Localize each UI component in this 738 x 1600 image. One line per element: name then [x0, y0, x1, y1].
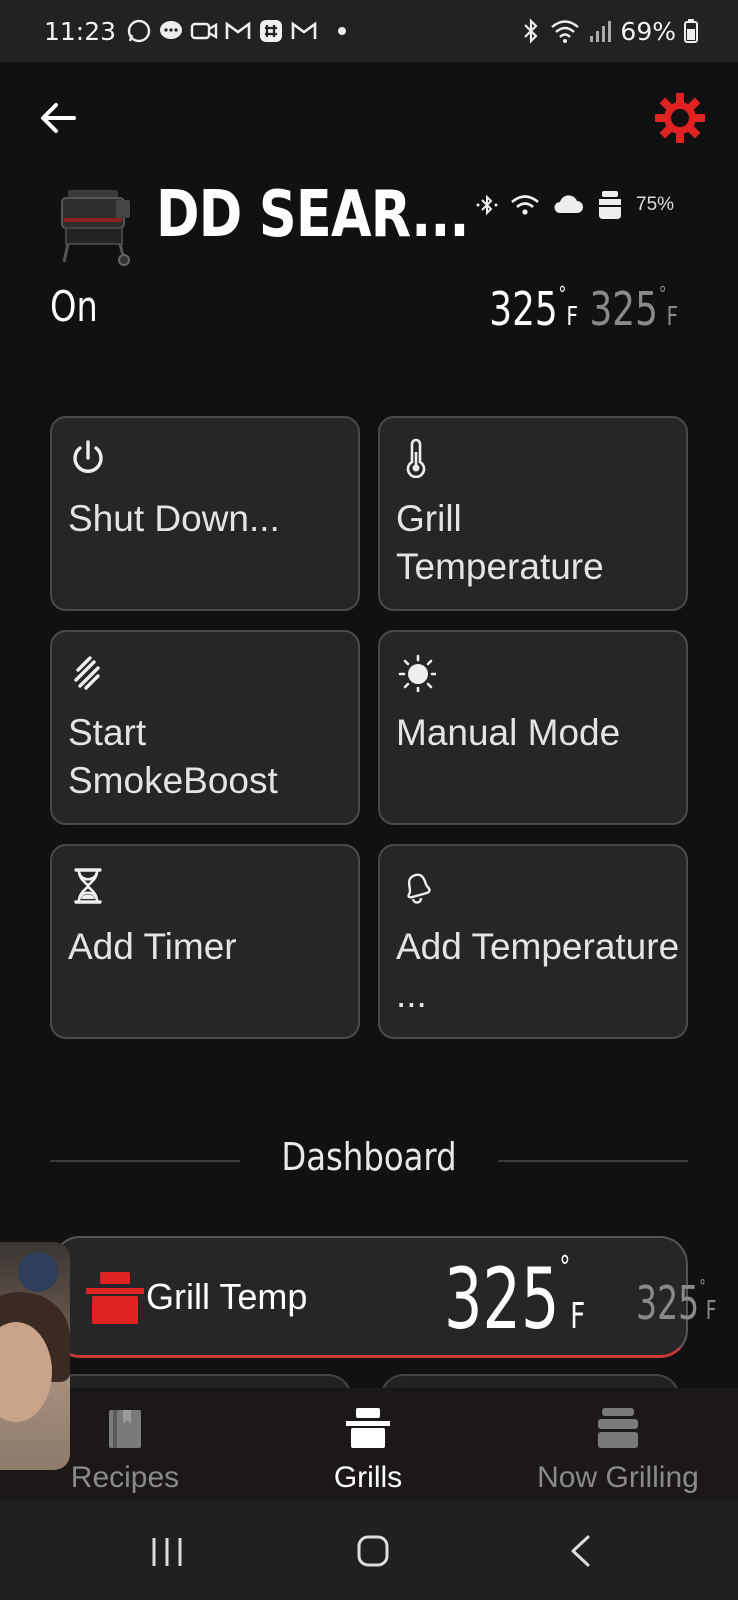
divider-right	[498, 1160, 688, 1162]
power-icon	[73, 440, 103, 473]
smoke-icon	[74, 656, 100, 690]
status-time: 11:23	[44, 16, 117, 46]
nav-grills-label: Grills	[333, 1461, 403, 1494]
grill-temp-label: Grill Temp	[146, 1276, 308, 1317]
battery-icon	[684, 19, 698, 43]
bell-icon	[407, 873, 431, 904]
current-temp: 325°F	[489, 282, 578, 336]
grill-name: DD SEAR...	[156, 178, 469, 252]
sun-icon	[398, 654, 438, 694]
more-notifications-dot	[338, 27, 347, 35]
pellet-hopper-icon	[599, 191, 621, 219]
chat-icon	[160, 21, 183, 39]
grill-state: On	[50, 282, 98, 331]
nav-now-grilling-label: Now Grilling	[537, 1461, 699, 1494]
wifi-icon	[551, 20, 580, 43]
connection-status: 75%	[476, 190, 674, 220]
grill-nav-icon	[346, 1408, 390, 1448]
grill-image	[61, 190, 130, 266]
dashboard-title: Dashboard	[281, 1135, 457, 1179]
notification-icons	[126, 18, 347, 44]
nav-recipes[interactable]: Recipes	[60, 1406, 190, 1495]
gmail-icon-2	[291, 21, 317, 39]
nav-recipes-label: Recipes	[70, 1461, 180, 1494]
wifi-icon	[511, 195, 539, 215]
video-icon	[190, 22, 218, 40]
grill-temperature-button[interactable]: Grill Temperature	[378, 416, 688, 611]
grill-temp-current: 325°F	[444, 1250, 586, 1348]
grill-temperature-label: Grill Temperature	[396, 498, 604, 587]
pellet-level: 75%	[636, 194, 675, 215]
grill-temp-icon	[86, 1272, 144, 1324]
system-back-icon[interactable]	[568, 1534, 592, 1568]
thermometer-icon	[406, 438, 426, 479]
status-bar: 11:23 69%	[0, 0, 738, 62]
bluetooth-icon	[476, 194, 498, 216]
nav-grills[interactable]: Grills	[318, 1406, 418, 1495]
pip-video-overlay[interactable]	[0, 1242, 70, 1470]
start-smokeboost-button[interactable]: Start SmokeBoost	[50, 630, 360, 825]
now-grilling-icon	[598, 1408, 638, 1448]
home-icon[interactable]	[356, 1534, 390, 1568]
settings-gear-icon[interactable]	[654, 92, 706, 144]
hourglass-icon	[74, 868, 102, 904]
shut-down-button[interactable]: Shut Down...	[50, 416, 360, 611]
set-temp: 325°F	[589, 282, 678, 336]
recents-icon[interactable]	[150, 1536, 184, 1568]
manual-mode-button[interactable]: Manual Mode	[378, 630, 688, 825]
grill-temp-set: 325°F	[636, 1276, 717, 1330]
nav-now-grilling[interactable]: Now Grilling	[528, 1406, 708, 1495]
gmail-icon	[225, 21, 251, 39]
bottom-navigation: Recipes Grills Now Grilling	[0, 1388, 738, 1500]
bluetooth-icon	[524, 18, 538, 44]
cloud-icon	[554, 195, 583, 213]
whatsapp-icon	[127, 19, 151, 43]
manual-mode-label: Manual Mode	[396, 712, 621, 753]
add-timer-button[interactable]: Add Timer	[50, 844, 360, 1039]
slack-icon	[260, 20, 283, 42]
signal-icon	[590, 21, 612, 42]
back-arrow-icon[interactable]	[36, 96, 80, 140]
pip-audio-badge	[18, 1252, 58, 1292]
grill-temp-card[interactable]: Grill Temp 325°F 325°F	[52, 1236, 716, 1358]
start-smokeboost-label: Start SmokeBoost	[68, 712, 278, 801]
add-timer-label: Add Timer	[68, 926, 237, 967]
recipe-book-icon	[109, 1410, 141, 1448]
add-temperature-label: Add Temperature ...	[396, 926, 680, 1015]
system-navigation-bar	[0, 1500, 738, 1600]
header-temps: 325°F 325°F	[489, 282, 678, 336]
add-temperature-alert-button[interactable]: Add Temperature ...	[378, 844, 688, 1039]
shut-down-label: Shut Down...	[68, 498, 280, 539]
battery-percent: 69%	[620, 16, 676, 46]
system-status: 69%	[520, 17, 698, 46]
